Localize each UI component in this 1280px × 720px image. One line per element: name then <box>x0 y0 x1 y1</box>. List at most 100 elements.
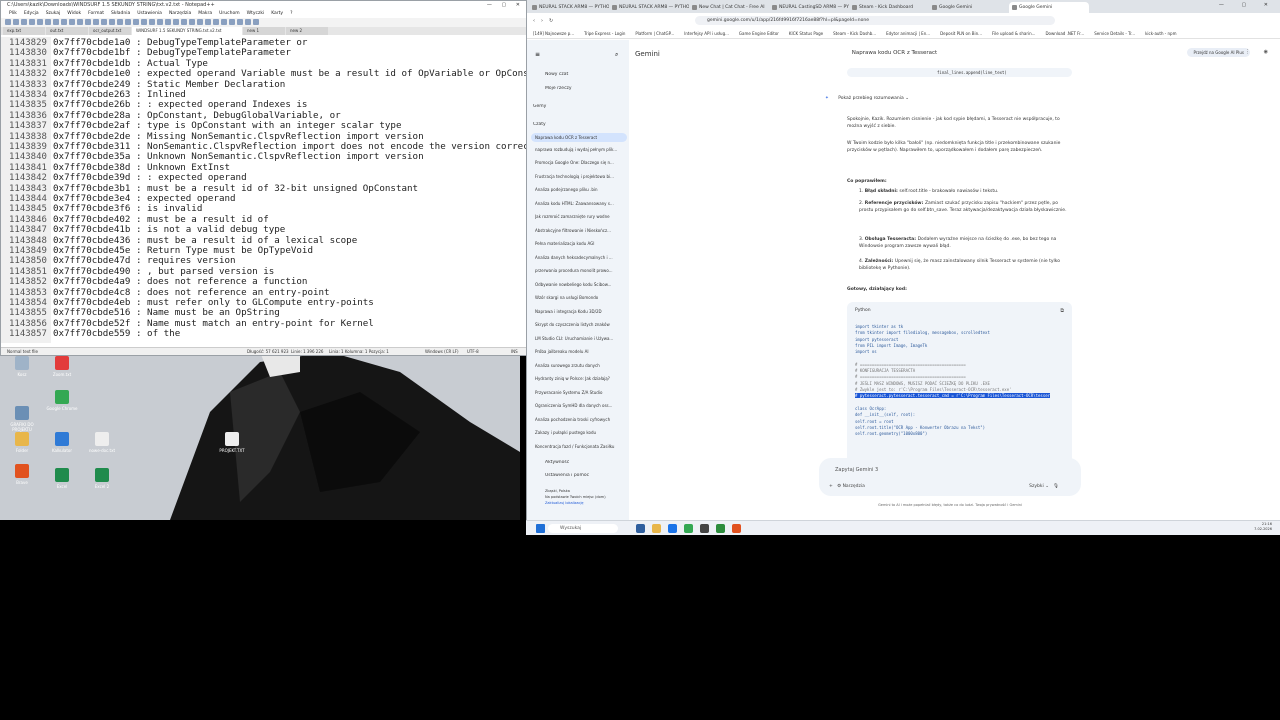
toolbar-icon[interactable] <box>125 19 131 25</box>
editor-tab[interactable]: new 2 <box>286 27 328 35</box>
bookmark[interactable]: Interfejsy API i usług... <box>684 28 729 38</box>
toolbar-icon[interactable] <box>45 19 51 25</box>
bookmark[interactable]: Deposit PLN on Bin... <box>940 28 982 38</box>
conversation-item[interactable]: Przywracanie Systemu Z/A Studio <box>535 390 623 395</box>
bookmark[interactable]: Platform | ChatGP... <box>635 28 674 38</box>
toolbar-icon[interactable] <box>93 19 99 25</box>
gems-link[interactable]: Gemy <box>533 104 627 109</box>
conversation-item[interactable]: Naprawa kodu OCR z Tesseract <box>531 133 627 142</box>
conversation-item[interactable]: Ograniczenia SymHD dla danych oss... <box>535 403 623 408</box>
terminal-icon[interactable] <box>700 524 709 533</box>
new-chat-button[interactable]: Nowy czat <box>533 72 627 77</box>
taskbar-search[interactable]: Wyszukaj <box>548 524 618 533</box>
bookmark[interactable]: Tripe Express - Login <box>584 28 625 38</box>
address-bar[interactable]: gemini.google.com/u/1/app/216fd9916f7216… <box>695 16 1055 25</box>
conversation-item[interactable]: Analiza pochodzenia troski cyfrowych <box>535 417 623 422</box>
editor-tab[interactable]: out.txt <box>46 27 88 35</box>
conversation-item[interactable]: Próba jailbreaku modelu AI <box>535 349 623 354</box>
toolbar-icon[interactable] <box>85 19 91 25</box>
toolbar-icon[interactable] <box>37 19 43 25</box>
browser-tab[interactable]: NEURAL CastingSD ARM8 — PYT <box>769 2 849 13</box>
copy-icon[interactable]: ⧉ <box>1060 308 1064 314</box>
desktop-icon[interactable]: Excel <box>44 468 80 489</box>
toolbar-icon[interactable] <box>109 19 115 25</box>
toolbar-icon[interactable] <box>29 19 35 25</box>
menu-item[interactable]: Uruchom <box>219 10 239 18</box>
toolbar-icon[interactable] <box>149 19 155 25</box>
desktop-icon[interactable]: Zoom.txt <box>44 356 80 377</box>
toolbar-icon[interactable] <box>173 19 179 25</box>
conversation-item[interactable]: Wzór skargi na usługi Bomondo <box>535 295 623 300</box>
conversation-item[interactable]: Abstrakcyjne filtrowanie i Nieskończ... <box>535 228 623 233</box>
clock[interactable]: 21:16 7.02.2026 <box>1254 522 1272 532</box>
menu-item[interactable]: Karty <box>271 10 283 18</box>
conversation-item[interactable]: Frustracja technologią i projektowa bi..… <box>535 174 623 179</box>
update-location-link[interactable]: Zaktualizuj lokalizację <box>533 501 627 505</box>
browser-window-controls[interactable]: — ▢ ✕ <box>1219 2 1276 8</box>
conversation-item[interactable]: Zakazy i pułapki pustego kodu <box>535 430 623 435</box>
menu-item[interactable]: Edycja <box>24 10 39 18</box>
toolbar-icon[interactable] <box>165 19 171 25</box>
menu-item[interactable]: Ustawienia <box>137 10 162 18</box>
menu-item[interactable]: Widok <box>67 10 81 18</box>
forward-icon[interactable]: › <box>541 18 543 24</box>
my-items-link[interactable]: Moje rzeczy <box>533 86 627 91</box>
toolbar-icon[interactable] <box>197 19 203 25</box>
conversation-item[interactable]: przerwania procedura monolit prowo... <box>535 268 623 273</box>
desktop-icon[interactable]: Kalkulator <box>44 432 80 453</box>
mode-selector[interactable]: Szybki ⌄ 🎙 <box>1029 484 1059 489</box>
toolbar-icon[interactable] <box>205 19 211 25</box>
bookmark[interactable]: File upload & sharin... <box>992 28 1035 38</box>
menu-item[interactable]: Makra <box>198 10 212 18</box>
conversation-item[interactable]: Koncentracja fazd / Funkcjonata Zasiłku <box>535 444 623 449</box>
tools-button[interactable]: + ⚙ Narzędzia <box>829 484 865 489</box>
browser-tab[interactable]: Steam - Kick Dashboard <box>849 2 929 13</box>
bookmark[interactable]: kick-auth - npm <box>1145 28 1176 38</box>
chrome-taskbar-icon[interactable] <box>684 524 693 533</box>
bookmark[interactable]: Edytor animacji | En... <box>886 28 930 38</box>
desktop-icon[interactable]: GRAFIKI DO PROJEKTU <box>4 406 40 432</box>
toolbar-icon[interactable] <box>141 19 147 25</box>
bookmark[interactable]: Service Details - Tr... <box>1094 28 1135 38</box>
toolbar-icon[interactable] <box>21 19 27 25</box>
bookmark[interactable]: Game Engine Editor <box>739 28 779 38</box>
editor-tab[interactable]: WINDSURF 1.5 SEKUNDY STRING.txt.v2.txt <box>132 27 242 35</box>
desktop-icon[interactable]: Brave <box>4 464 40 485</box>
toolbar-icon[interactable] <box>253 19 259 25</box>
toolbar-icon[interactable] <box>221 19 227 25</box>
browser-tab[interactable]: NEURAL STACK ARM8 — PYTHO <box>529 2 609 13</box>
toolbar-icon[interactable] <box>237 19 243 25</box>
desktop-icon[interactable]: Folder <box>4 432 40 453</box>
editor-tab[interactable]: new 1 <box>243 27 285 35</box>
menu-item[interactable]: Składnia <box>111 10 130 18</box>
chat-title[interactable]: Naprawa kodu OCR z Tesseract <box>629 50 1280 56</box>
prompt-box[interactable]: Zapytaj Gemini 3 + ⚙ Narzędzia Szybki ⌄ … <box>819 458 1081 496</box>
editor-tab[interactable]: exp.txt <box>3 27 45 35</box>
reload-icon[interactable]: ↻ <box>549 18 553 24</box>
prompt-input[interactable]: Zapytaj Gemini 3 <box>835 467 878 473</box>
text-editor[interactable]: 1143829 0x7ff70cbde1a0 : DebugTypeTemplat… <box>1 37 526 343</box>
menu-item[interactable]: ? <box>290 10 292 18</box>
menu-item[interactable]: Szukaj <box>46 10 61 18</box>
account-icons[interactable]: ⋮ ◉ <box>1245 49 1274 55</box>
menu-icon[interactable]: ≡ <box>535 51 540 58</box>
toolbar-icon[interactable] <box>101 19 107 25</box>
desktop-icon[interactable]: nowe-doc.txt <box>84 432 120 453</box>
bookmark[interactable]: Steam - Kick Dashb... <box>833 28 876 38</box>
browser-tab[interactable]: NEURAL STACK ARM8 — PYTHO <box>609 2 689 13</box>
start-icon[interactable] <box>536 524 545 533</box>
brave-taskbar-icon[interactable] <box>732 524 741 533</box>
toolbar-icon[interactable] <box>69 19 75 25</box>
menu-item[interactable]: Wtyczki <box>247 10 265 18</box>
mic-icon[interactable]: 🎙 <box>1053 484 1059 489</box>
menu-item[interactable]: Plik <box>9 10 17 18</box>
plus-icon[interactable]: + <box>829 484 833 489</box>
bookmark[interactable]: Download .NET Fr... <box>1045 28 1084 38</box>
toolbar-icon[interactable] <box>13 19 19 25</box>
window-controls[interactable]: — ▢ ✕ <box>487 1 524 10</box>
conversation-item[interactable]: Pełna materializacja kodu AGI <box>535 241 623 246</box>
menu-item[interactable]: Format <box>88 10 104 18</box>
conversation-item[interactable]: Naprawa i integracja Kodu 3D/2D <box>535 309 623 314</box>
desktop-icon[interactable]: Excel 2 <box>84 468 120 489</box>
toolbar-icon[interactable] <box>117 19 123 25</box>
